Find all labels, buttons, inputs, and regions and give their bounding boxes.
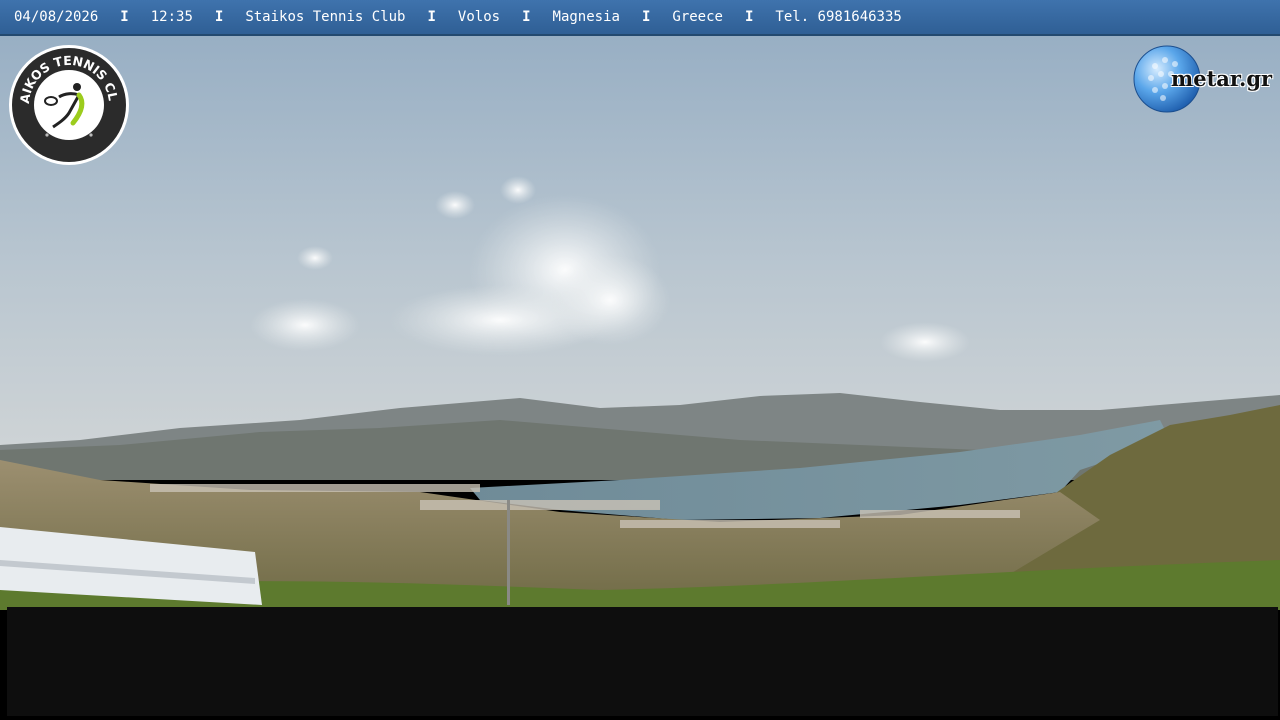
separator: I [522,9,531,25]
separator: I [427,9,436,25]
date-text: 04/08/2026 [14,9,99,25]
club-name: Staikos Tennis Club [245,9,406,25]
separator: I [744,9,754,25]
region-name: Magnesia [552,9,620,25]
info-bar: 04/08/2026 I 12:35 I Staikos Tennis Club… [0,0,1280,36]
brand-name: metar.gr [1171,66,1273,91]
country-name: Greece [672,9,723,25]
separator: I [214,9,224,25]
city-name: Volos [457,9,501,25]
separator: I [120,9,129,25]
separator: I [641,9,651,25]
time-text: 12:35 [150,9,193,25]
phone-number: Tel. 6981646335 [775,9,902,25]
club-logo: STAIKOS TENNIS CLUB VOLOS [7,43,129,165]
pole [507,500,510,605]
masked-area [7,607,1278,716]
